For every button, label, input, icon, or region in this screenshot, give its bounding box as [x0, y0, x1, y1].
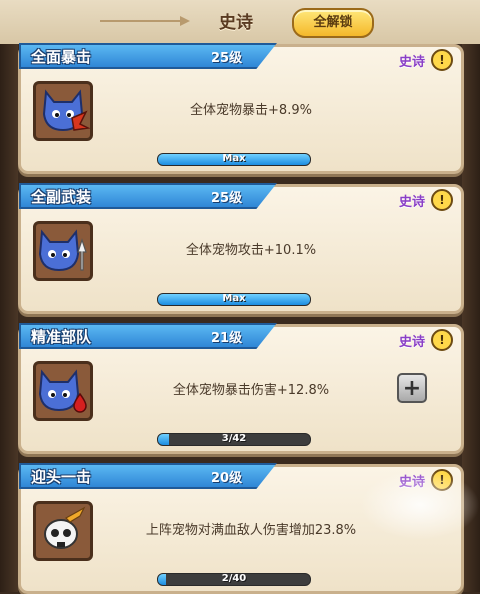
- progress-text: 2/40: [221, 573, 247, 584]
- info-button[interactable]: !: [431, 49, 453, 71]
- skull-blade-icon: [33, 501, 93, 561]
- skill-name: 精准部队: [31, 328, 92, 346]
- skill-card: 精准部队 21级 史诗 ! 全体宠物暴击伤害+12.8% + 3/42: [18, 323, 464, 454]
- progress-text: Max: [222, 293, 246, 304]
- skill-card: 迎头一击 20级 史诗 ! 上阵宠物对满血敌人伤害增加23.8% 2/40: [18, 463, 464, 594]
- rarity-label: 史诗: [398, 475, 425, 490]
- page-title: 史诗: [219, 13, 253, 33]
- skill-description: 全体宠物攻击+10.1%: [185, 243, 317, 258]
- skill-name: 全副武装: [31, 188, 92, 206]
- blue-cat-sword-icon: [33, 221, 93, 281]
- info-button[interactable]: !: [431, 329, 453, 351]
- left-frame: [0, 0, 18, 592]
- rarity-label: 史诗: [398, 335, 425, 350]
- progress-bar: 2/40: [157, 573, 311, 586]
- progress-text: Max: [222, 153, 246, 164]
- skill-name: 全面暴击: [31, 48, 92, 66]
- rarity-label: 史诗: [398, 195, 425, 210]
- skill-description: 上阵宠物对满血敌人伤害增加23.8%: [145, 523, 357, 538]
- skill-level: 21级: [211, 331, 243, 346]
- unlock-all-button[interactable]: 全解锁: [292, 8, 374, 38]
- progress-text: 3/42: [221, 433, 247, 444]
- skill-level: 25级: [211, 51, 243, 66]
- blue-cat-claw-icon: [33, 81, 93, 141]
- skill-ribbon: 全副武装 25级: [19, 183, 277, 209]
- skill-level: 25级: [211, 191, 243, 206]
- info-button[interactable]: !: [431, 469, 453, 491]
- upgrade-button[interactable]: +: [397, 373, 427, 403]
- progress-bar: 3/42: [157, 433, 311, 446]
- skill-ribbon: 全面暴击 25级: [19, 43, 277, 69]
- skill-ribbon: 迎头一击 20级: [19, 463, 277, 489]
- rarity-label: 史诗: [398, 55, 425, 70]
- info-button[interactable]: !: [431, 189, 453, 211]
- skill-level: 20级: [211, 471, 243, 486]
- skill-description: 全体宠物暴击+8.9%: [190, 103, 312, 118]
- skill-name: 迎头一击: [31, 468, 92, 486]
- skill-card: 全面暴击 25级 史诗 ! 全体宠物暴击+8.9% Max: [18, 43, 464, 174]
- right-frame: [462, 0, 480, 592]
- blue-cat-blood-drop-icon: [33, 361, 93, 421]
- skill-description: 全体宠物暴击伤害+12.8%: [172, 383, 330, 398]
- skill-ribbon: 精准部队 21级: [19, 323, 277, 349]
- skill-card: 全副武装 25级 史诗 ! 全体宠物攻击+10.1% Max: [18, 183, 464, 314]
- progress-bar: Max: [157, 153, 311, 166]
- progress-bar: Max: [157, 293, 311, 306]
- header-bar: 史诗 全解锁: [0, 0, 480, 44]
